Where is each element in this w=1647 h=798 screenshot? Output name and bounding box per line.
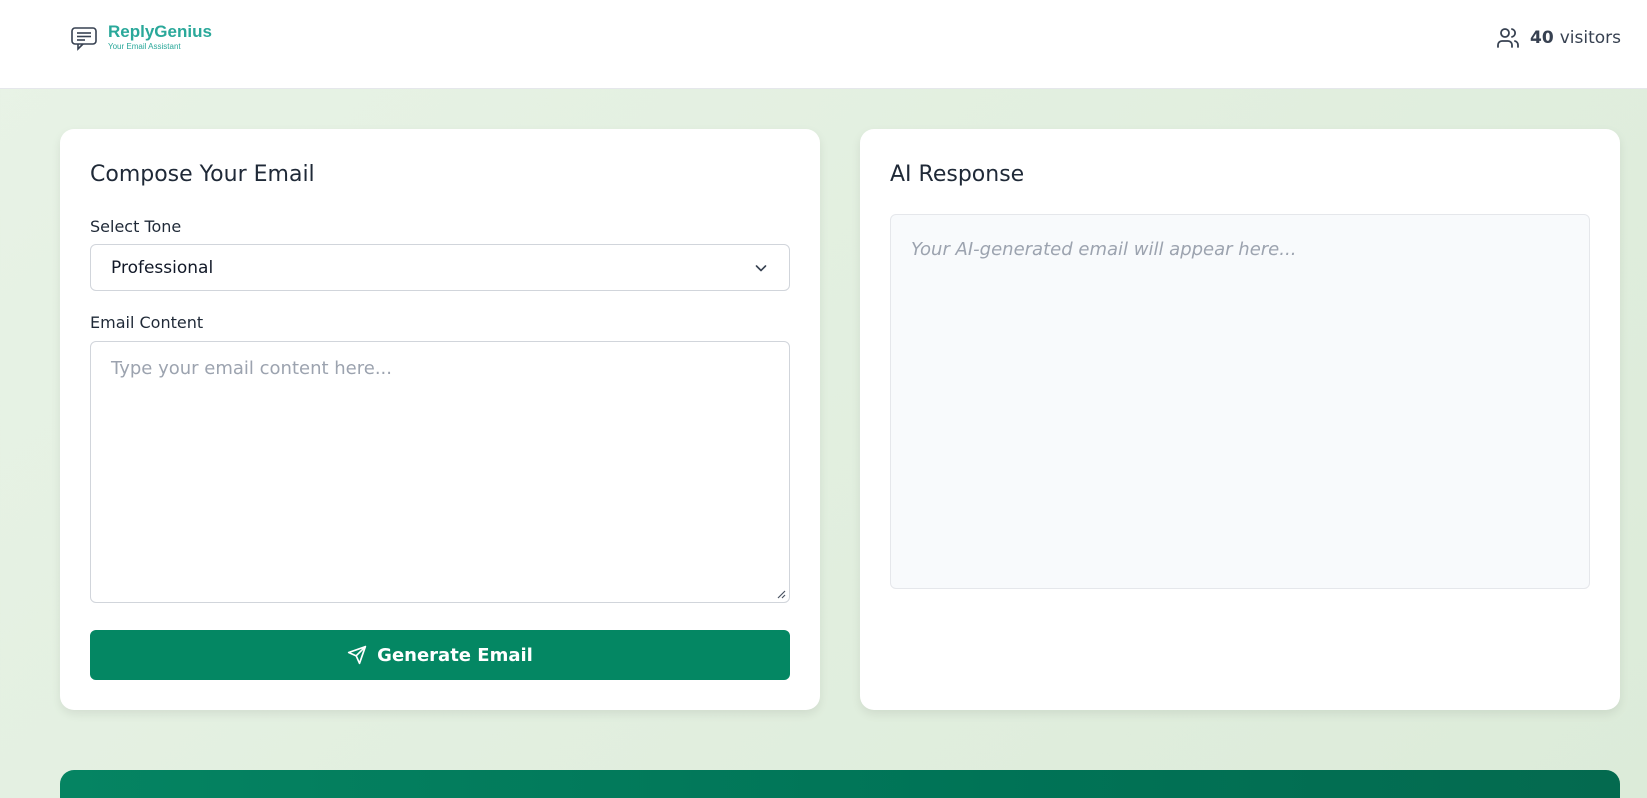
logo[interactable]: ReplyGenius Your Email Assistant	[70, 22, 212, 52]
ai-response-title: AI Response	[890, 162, 1025, 187]
send-icon	[348, 645, 367, 665]
chat-bubble-icon	[71, 27, 97, 51]
ai-response-output: Your AI-generated email will appear here…	[890, 214, 1590, 589]
app-name: ReplyGenius	[108, 22, 212, 41]
footer-banner	[60, 770, 1620, 798]
top-header: ReplyGenius Your Email Assistant 40 visi…	[0, 0, 1647, 89]
compose-title: Compose Your Email	[90, 162, 315, 187]
chevron-down-icon	[755, 264, 767, 271]
ai-response-placeholder: Your AI-generated email will appear here…	[911, 239, 1297, 260]
compose-card: Compose Your Email Select Tone Professio…	[60, 129, 820, 710]
users-icon	[1497, 28, 1519, 48]
tone-selected-value: Professional	[111, 257, 214, 278]
ai-response-card: AI Response Your AI-generated email will…	[860, 129, 1620, 710]
visitor-counter: 40 visitors	[1496, 26, 1621, 50]
generate-email-button[interactable]: Generate Email	[90, 630, 790, 680]
email-content-label: Email Content	[90, 313, 204, 332]
generate-email-label: Generate Email	[377, 644, 533, 666]
visitors-count: 40	[1530, 28, 1554, 48]
tone-label: Select Tone	[90, 217, 182, 236]
tone-select[interactable]: Professional	[90, 244, 790, 291]
app-tagline: Your Email Assistant	[108, 42, 181, 51]
resize-handle-icon[interactable]	[776, 589, 786, 599]
visitors-label: visitors	[1559, 28, 1621, 48]
email-content-input[interactable]	[90, 341, 790, 603]
